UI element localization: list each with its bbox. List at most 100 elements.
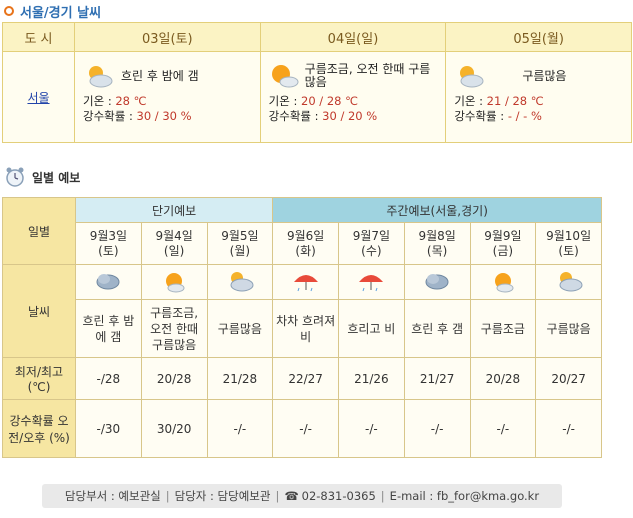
temp-label: 기온 : xyxy=(454,94,487,108)
umbrella-icon xyxy=(293,274,318,291)
date-text: 9월10일 xyxy=(546,228,592,243)
temp-value: 21 / 28 ℃ xyxy=(486,94,544,108)
rain-cell-7: -/- xyxy=(535,399,602,458)
rain-cell-2: -/- xyxy=(206,399,274,458)
phone-icon: ☎ xyxy=(284,489,299,503)
date-cell-4: 9월7일 (수) xyxy=(338,222,405,265)
cloud-sun-icon xyxy=(559,271,583,291)
condition-text: 흐린 후 밤에 갬 xyxy=(121,68,199,83)
rain-cell-6: -/- xyxy=(469,399,537,458)
date-text: 9월3일 xyxy=(89,228,128,243)
icon-cell-4 xyxy=(338,264,405,300)
date-cell-7: 9월10일 (토) xyxy=(535,222,602,265)
temp-cell-3: 22/27 xyxy=(272,357,339,400)
rain-value: 30 / 20 % xyxy=(322,109,378,123)
date-text: 9월9일 xyxy=(484,228,522,243)
dow-text: (금) xyxy=(492,243,514,258)
city-link-seoul[interactable]: 서울 xyxy=(27,91,49,105)
city-header: 도 시 xyxy=(2,22,75,52)
condition-text: 구름조금, 오전 한때 구름많음 xyxy=(304,62,431,89)
rain-cell-0: -/30 xyxy=(75,399,142,458)
temp-label: 기온 : xyxy=(268,94,302,108)
footer-dept: 담당부서 : 예보관실 xyxy=(64,489,161,503)
alarm-clock-icon xyxy=(6,167,24,187)
sun-cloud-icon xyxy=(271,65,299,88)
icon-cell-0 xyxy=(75,264,142,300)
rain-value: 30 / 30 % xyxy=(136,109,192,123)
footer-contact: 담당부서 : 예보관실 | 담당자 : 담당예보관 | ☎ 02-831-036… xyxy=(42,484,562,508)
icon-cell-5 xyxy=(403,264,471,300)
dow-text: (토) xyxy=(98,243,119,258)
temp-cell-5: 21/27 xyxy=(403,357,471,400)
date-cell-6: 9월9일 (금) xyxy=(469,222,537,265)
sun-cloud-icon xyxy=(494,272,514,292)
temp-cell-1: 20/28 xyxy=(140,357,208,400)
rain-cell-3: -/- xyxy=(272,399,339,458)
rain-label: 강수확률 : xyxy=(83,109,137,123)
condition-cell-1: 구름조금, 오전 한때 구름많음 xyxy=(140,299,208,358)
row-label-rain: 강수확률 오전/오후 (%) xyxy=(2,399,76,458)
condition-cell-2: 구름많음 xyxy=(206,299,274,358)
rain-cell-5: -/- xyxy=(403,399,471,458)
condition-cell-3: 차차 흐려져 비 xyxy=(272,299,339,358)
date-cell-3: 9월6일 (화) xyxy=(272,222,339,265)
footer-email: E-mail : fb_for@kma.go.kr xyxy=(389,489,540,503)
condition-cell-6: 구름조금 xyxy=(469,299,537,358)
dow-text: (월) xyxy=(229,243,251,258)
temp-label: 기온 : xyxy=(83,94,116,108)
temp-value: 28 ℃ xyxy=(115,94,147,108)
temp-cell-4: 21/26 xyxy=(338,357,405,400)
date-cell-5: 9월8일 (목) xyxy=(403,222,471,265)
cloud-sun-icon xyxy=(89,66,113,88)
date-cell-1: 9월4일 (일) xyxy=(140,222,208,265)
condition-cell-7: 구름많음 xyxy=(535,299,602,358)
condition-cell-0: 흐린 후 밤에 갬 xyxy=(75,299,142,358)
cloud-sun-icon xyxy=(460,66,484,88)
short-term-header: 단기예보 xyxy=(74,197,274,223)
dow-text: (수) xyxy=(361,243,382,258)
condition-cell-5: 흐린 후 갬 xyxy=(403,299,471,358)
temp-cell-0: -/28 xyxy=(75,357,142,400)
page-title: 서울/경기 날씨 xyxy=(20,5,102,21)
date-text: 9월5일 xyxy=(221,228,259,243)
icon-cell-2 xyxy=(206,264,274,300)
cloud-sun-icon xyxy=(230,271,254,291)
sun-cloud-icon xyxy=(166,272,185,292)
temp-value: 20 / 28 ℃ xyxy=(301,94,359,108)
date-text: 9월8일 xyxy=(418,228,456,243)
day-header-0: 03일(토) xyxy=(74,22,261,52)
weekly-header: 주간예보(서울,경기) xyxy=(272,197,602,223)
dow-text: (일) xyxy=(163,243,185,258)
temp-cell-7: 20/27 xyxy=(535,357,602,400)
rain-label: 강수확률 : xyxy=(454,109,508,123)
daily-forecast-table: 일별 단기예보 주간예보(서울,경기) 9월3일 (토) 9월4일 (일) 9월5일 (월… xyxy=(2,197,602,458)
day-header-1: 04일(일) xyxy=(259,22,447,52)
icon-cell-6 xyxy=(469,264,537,300)
rain-label: 강수확률 : xyxy=(268,109,323,123)
row-label-temp: 최저/최고 (℃) xyxy=(2,357,76,400)
summary-table: 도 시 03일(토) 04일(일) 05일(월) 서울 흐린 후 밤에 갬 기온… xyxy=(2,22,632,143)
rain-value: - / - % xyxy=(507,109,542,123)
cloudy-icon xyxy=(425,273,449,289)
dow-text: (목) xyxy=(426,243,448,258)
date-cell-2: 9월5일 (월) xyxy=(206,222,274,265)
day-summary-1: 구름조금, 오전 한때 구름많음 기온 : 20 / 28 ℃ 강수확률 : 3… xyxy=(259,51,447,143)
dow-text: (토) xyxy=(558,243,579,258)
daily-forecast-header: 일별 예보 xyxy=(4,163,80,191)
footer-phone: 02-831-0365 xyxy=(301,489,376,503)
page-title-row: 서울/경기 날씨 xyxy=(4,2,102,21)
footer-person: 담당자 : 담당예보관 xyxy=(174,489,271,503)
cloudy-icon xyxy=(96,273,120,289)
date-cell-0: 9월3일 (토) xyxy=(75,222,142,265)
city-cell: 서울 xyxy=(2,51,75,143)
condition-text: 구름많음 xyxy=(522,68,567,83)
section-title: 일별 예보 xyxy=(32,170,81,185)
row-label-weather: 날씨 xyxy=(2,264,76,358)
dow-text: (화) xyxy=(295,243,316,258)
rain-cell-4: -/- xyxy=(338,399,405,458)
date-text: 9월6일 xyxy=(286,228,325,243)
day-summary-2: 구름많음 기온 : 21 / 28 ℃ 강수확률 : - / - % xyxy=(445,51,632,143)
condition-cell-4: 흐리고 비 xyxy=(338,299,405,358)
day-summary-0: 흐린 후 밤에 갬 기온 : 28 ℃ 강수확률 : 30 / 30 % xyxy=(74,51,261,143)
temp-cell-6: 20/28 xyxy=(469,357,537,400)
